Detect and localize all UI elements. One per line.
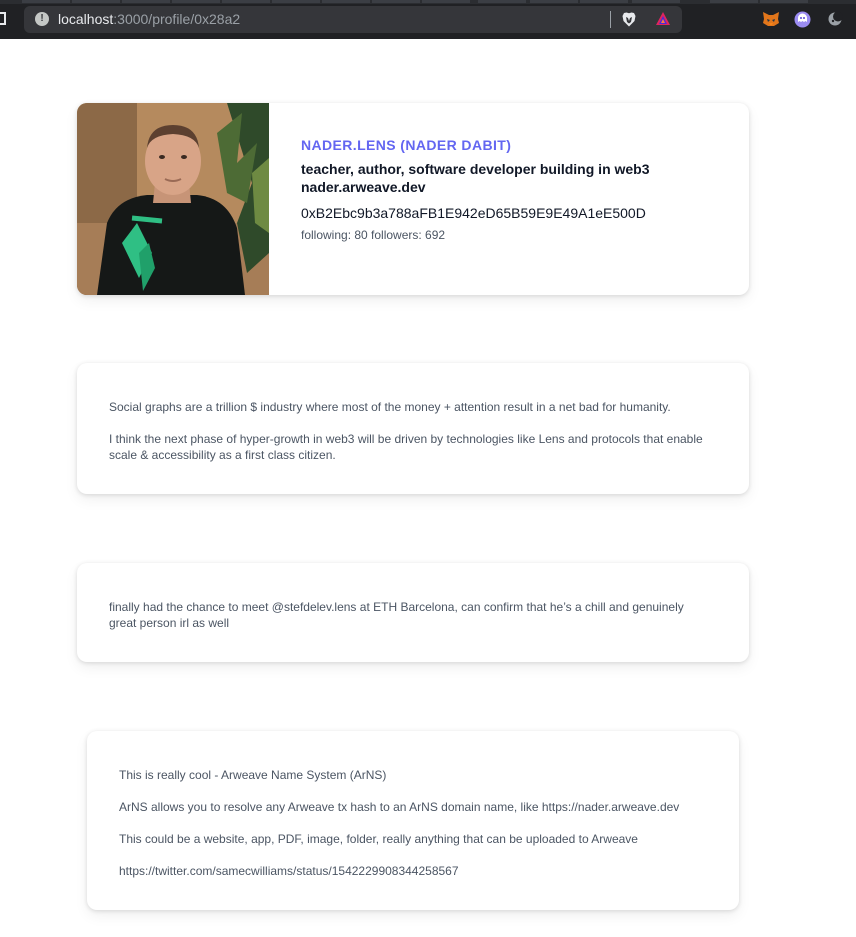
post-paragraph: finally had the chance to meet @stefdele…	[109, 600, 684, 630]
post-paragraph: Social graphs are a trillion $ industry …	[109, 400, 671, 414]
profile-name: NADER.LENS (NADER DABIT)	[301, 137, 512, 153]
profile-info: NADER.LENS (NADER DABIT) teacher, author…	[301, 137, 721, 243]
post-paragraph: This is really cool - Arweave Name Syste…	[119, 768, 387, 782]
post-card: This is really cool - Arweave Name Syste…	[87, 731, 739, 910]
post-content: This is really cool - Arweave Name Syste…	[119, 767, 729, 895]
profile-address: 0xB2Ebc9b3a788aFB1E942eD65B59E9E49A1eE50…	[301, 205, 646, 221]
metamask-fox-icon[interactable]	[762, 11, 780, 27]
site-info-icon[interactable]: !	[35, 12, 49, 26]
ghost-extension-icon[interactable]	[794, 11, 811, 28]
brave-lion-icon[interactable]	[622, 12, 636, 27]
bookmark-icon[interactable]	[0, 12, 6, 25]
profile-card: NADER.LENS (NADER DABIT) teacher, author…	[77, 103, 749, 295]
omnibox-divider	[610, 11, 611, 28]
profile-avatar	[77, 103, 269, 295]
post-paragraph: I think the next phase of hyper-growth i…	[109, 432, 703, 462]
profile-bio: teacher, author, software developer buil…	[301, 161, 650, 195]
post-paragraph: ArNS allows you to resolve any Arweave t…	[119, 800, 680, 814]
post-paragraph: This could be a website, app, PDF, image…	[119, 832, 638, 846]
post-content: Social graphs are a trillion $ industry …	[109, 399, 719, 479]
dark-mode-moon-icon[interactable]	[827, 11, 843, 27]
post-card: Social graphs are a trillion $ industry …	[77, 363, 749, 494]
post-content: finally had the chance to meet @stefdele…	[109, 599, 689, 647]
post-link[interactable]: https://twitter.com/samecwilliams/status…	[119, 863, 729, 879]
follow-stats: following: 80 followers: 692	[301, 228, 446, 242]
address-bar[interactable]: ! localhost:3000/profile/0x28a2	[24, 6, 682, 33]
post-card: finally had the chance to meet @stefdele…	[77, 563, 749, 662]
url-text[interactable]: localhost:3000/profile/0x28a2	[58, 11, 240, 28]
browser-toolbar: ! localhost:3000/profile/0x28a2	[0, 0, 856, 39]
tab-strip[interactable]	[0, 0, 856, 4]
brave-rewards-icon[interactable]	[655, 11, 671, 27]
